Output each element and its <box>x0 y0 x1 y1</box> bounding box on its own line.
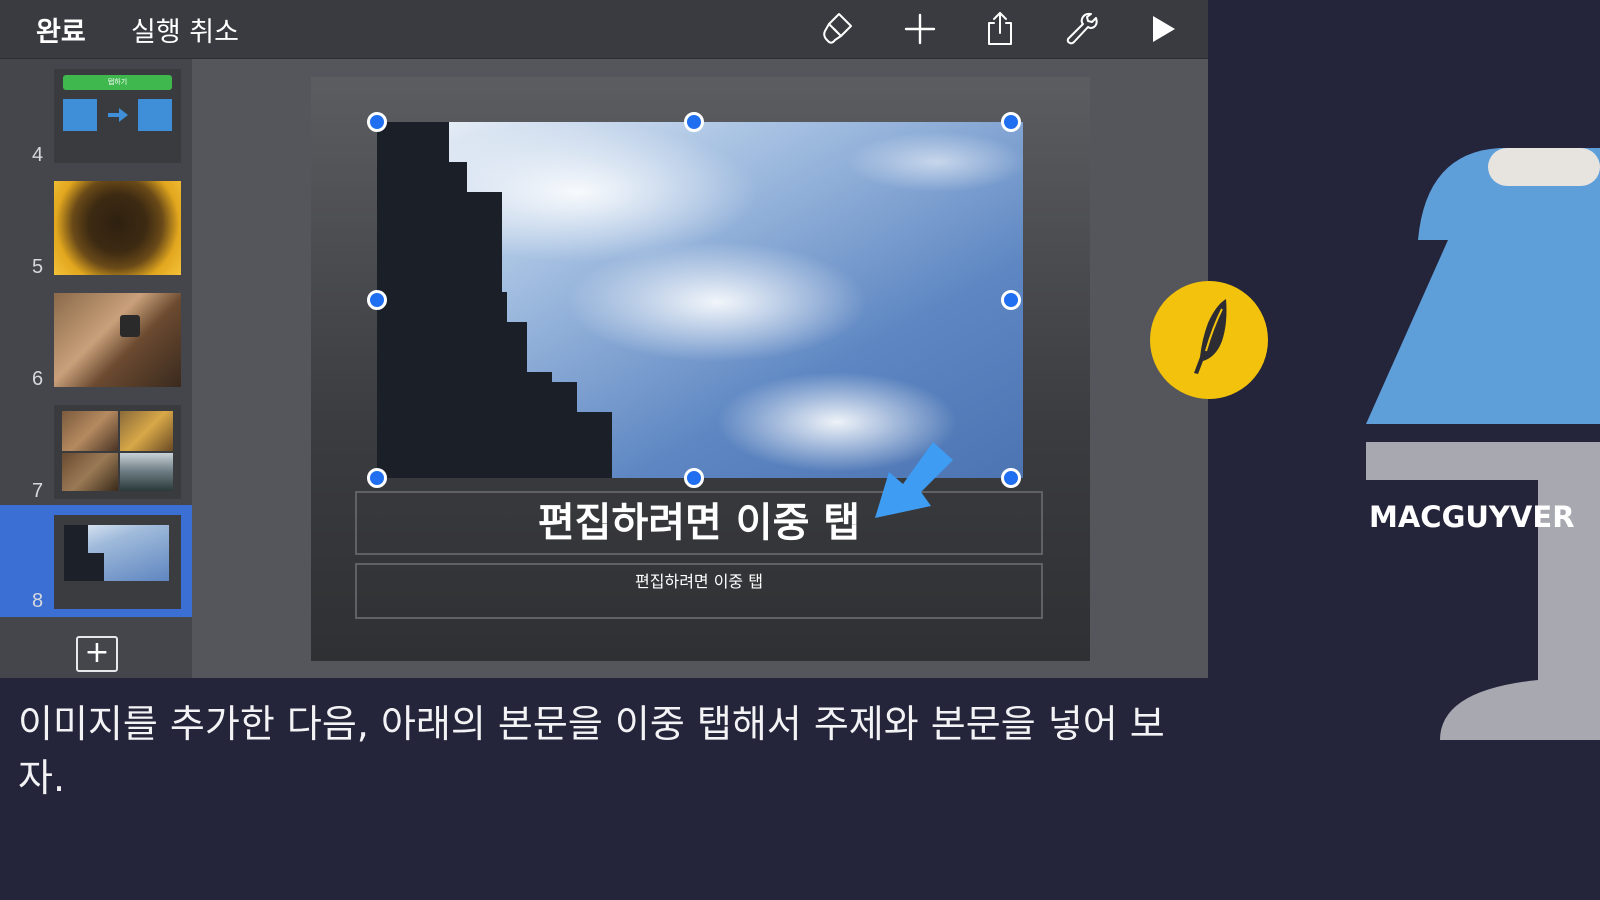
wrench-icon[interactable] <box>1061 9 1101 49</box>
toolbar: 완료 실행 취소 <box>0 0 1208 59</box>
current-slide: 편집하려면 이중 탭 편집하려면 이중 탭 <box>311 77 1090 661</box>
share-icon[interactable] <box>980 9 1020 49</box>
play-icon[interactable] <box>1142 9 1182 49</box>
slide-number: 8 <box>32 590 44 612</box>
resize-handle-bottom-right[interactable] <box>1001 468 1021 488</box>
slide-preview <box>54 181 181 275</box>
slide-thumbnail-5[interactable]: 5 <box>0 171 192 283</box>
slide-navigator: 4 탭하기 5 6 7 8 + <box>0 59 192 678</box>
slide-thumbnail-6[interactable]: 6 <box>0 283 192 395</box>
macguyver-brand-graphic <box>1366 148 1600 740</box>
feather-logo-icon <box>1150 281 1268 399</box>
resize-handle-top[interactable] <box>684 112 704 132</box>
slide-number: 6 <box>32 368 44 390</box>
slide-thumbnail-7[interactable]: 7 <box>0 395 192 507</box>
slide-preview: 탭하기 <box>54 69 181 163</box>
resize-handle-bottom[interactable] <box>684 468 704 488</box>
slide-number: 4 <box>32 144 44 166</box>
thumb-button-label: 탭하기 <box>63 75 172 90</box>
slide-canvas: 편집하려면 이중 탭 편집하려면 이중 탭 <box>192 59 1208 678</box>
slide-preview <box>54 405 181 499</box>
caption-text: 이미지를 추가한 다음, 아래의 본문을 이중 탭해서 주제와 본문을 넣어 보… <box>18 702 1165 800</box>
plus-icon[interactable] <box>900 9 940 49</box>
resize-handle-bottom-left[interactable] <box>367 468 387 488</box>
slide-number: 5 <box>32 256 44 278</box>
arrow-right-icon <box>108 108 128 122</box>
resize-handle-top-left[interactable] <box>367 112 387 132</box>
slide-thumbnail-4[interactable]: 4 탭하기 <box>0 59 192 171</box>
pointer-arrow-icon <box>875 442 953 518</box>
brand-name: MACGUYVER <box>1369 500 1575 534</box>
slide-body-textbox[interactable]: 편집하려면 이중 탭 <box>355 563 1043 619</box>
slide-thumbnail-8[interactable]: 8 <box>0 505 192 617</box>
undo-button[interactable]: 실행 취소 <box>131 10 239 49</box>
paintbrush-icon[interactable] <box>817 9 857 49</box>
resize-handle-right[interactable] <box>1001 290 1021 310</box>
slide-preview <box>54 293 181 387</box>
add-slide-button[interactable]: + <box>76 636 118 672</box>
resize-handle-left[interactable] <box>367 290 387 310</box>
keynote-window: 완료 실행 취소 4 탭하기 5 6 7 8 + 편집하려면 이중 탭 편집하려… <box>0 0 1208 678</box>
slide-image[interactable] <box>377 122 1023 478</box>
done-button[interactable]: 완료 <box>36 10 86 49</box>
resize-handle-top-right[interactable] <box>1001 112 1021 132</box>
slide-number: 7 <box>32 480 44 502</box>
slide-preview <box>54 515 181 609</box>
